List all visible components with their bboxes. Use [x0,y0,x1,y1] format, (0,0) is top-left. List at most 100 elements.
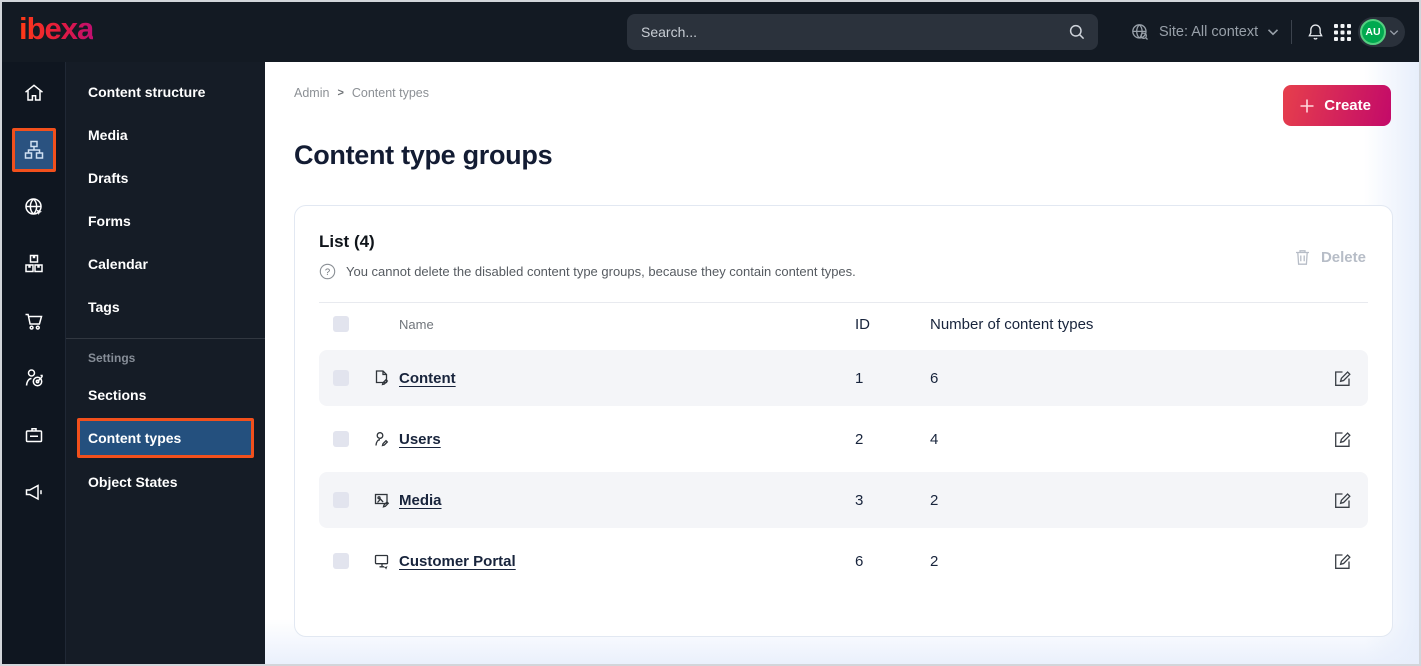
search-input[interactable] [627,24,1068,40]
site-context-label: Site: All context [1159,24,1259,40]
group-id: 2 [855,430,864,448]
rail-item-personalization[interactable] [2,349,66,406]
group-count: 6 [930,369,939,387]
list-info-text: You cannot delete the disabled content t… [346,264,856,279]
sidebar-item-label: Content structure [88,83,206,100]
create-button-label: Create [1324,97,1371,114]
user-menu[interactable]: AU [1358,17,1405,47]
edit-group-button[interactable] [1331,367,1354,390]
group-id: 3 [855,491,864,509]
breadcrumb-separator: > [337,87,344,99]
megaphone-icon [12,470,56,514]
table-row: Media 3 2 [319,472,1368,528]
group-count: 2 [930,491,939,509]
create-button[interactable]: Create [1283,85,1391,126]
globe-cursor-icon [12,185,56,229]
ibexa-admin-window: ibexa Site: All context [0,0,1421,666]
badge-icon [12,413,56,457]
sitemap-icon [12,127,56,172]
table-row: Users 2 4 [319,411,1368,467]
row-checkbox[interactable] [333,492,349,508]
page-title: Content type groups [294,140,553,170]
chevron-down-icon [1389,29,1399,36]
sidebar-item-label: Forms [88,212,131,229]
help-circle-icon: ? [319,263,336,280]
sidebar-divider [66,338,265,339]
delete-button-label: Delete [1320,248,1366,266]
search-icon[interactable] [1068,23,1086,41]
group-link-customer-portal[interactable]: Customer Portal [399,553,516,570]
topbar-divider [1291,20,1292,44]
global-search [627,14,1098,50]
group-id: 6 [855,552,864,570]
sidebar-item-media[interactable]: Media [66,113,265,156]
trash-icon [1294,248,1311,266]
topbar: ibexa Site: All context [2,2,1419,62]
edit-group-button[interactable] [1331,550,1354,573]
user-icon [373,430,399,448]
group-link-users[interactable]: Users [399,431,441,448]
row-checkbox[interactable] [333,370,349,386]
sidebar-item-content-types[interactable]: Content types [77,418,254,458]
rail-item-dashboard[interactable] [2,64,66,121]
app-switcher-button[interactable] [1334,2,1351,62]
table-header: Name ID Number of content types [319,303,1368,345]
group-link-media[interactable]: Media [399,492,442,509]
rail-item-content[interactable] [2,121,66,178]
sidebar-item-calendar[interactable]: Calendar [66,242,265,285]
delete-button[interactable]: Delete [1294,248,1366,266]
column-header-id: ID [855,315,870,333]
sidebar-item-label: Tags [88,298,120,315]
rail-item-commerce[interactable] [2,292,66,349]
sidebar-item-forms[interactable]: Forms [66,199,265,242]
edit-group-button[interactable] [1331,428,1354,451]
sidebar-menu: Content structure Media Drafts Forms Cal… [66,62,265,664]
chevron-down-icon [1267,28,1279,36]
sidebar-item-drafts[interactable]: Drafts [66,156,265,199]
avatar: AU [1360,19,1386,45]
sidebar-section-label: Settings [88,351,136,365]
sidebar-item-content-structure[interactable]: Content structure [66,70,265,113]
sidebar-item-label: Object States [88,473,178,490]
sidebar-item-label: Content types [88,430,182,446]
sidebar-item-label: Drafts [88,169,129,186]
breadcrumb-admin[interactable]: Admin [294,86,329,100]
list-info: ? You cannot delete the disabled content… [319,263,1368,280]
column-header-count: Number of content types [930,315,1094,333]
table-row: Customer Portal 6 2 [319,533,1368,589]
row-checkbox[interactable] [333,553,349,569]
file-icon [373,369,399,387]
rail-item-site[interactable] [2,178,66,235]
group-link-content[interactable]: Content [399,370,456,387]
column-header-name: Name [399,316,434,332]
app-grid-icon [1334,23,1351,41]
list-title: List (4) [319,232,375,251]
rail-item-admin[interactable] [2,406,66,463]
notifications-button[interactable] [1305,2,1326,62]
site-context-selector[interactable]: Site: All context [1130,2,1279,62]
table-row: Content 1 6 [319,350,1368,406]
cart-icon [12,299,56,343]
sidebar-item-label: Calendar [88,255,148,272]
group-id: 1 [855,369,864,387]
sidebar-item-object-states[interactable]: Object States [66,460,265,503]
breadcrumb: Admin > Content types [294,86,429,100]
rail-item-product-catalog[interactable] [2,235,66,292]
home-icon [12,71,56,115]
svg-text:?: ? [325,267,330,278]
person-target-icon [12,356,56,400]
row-checkbox[interactable] [333,431,349,447]
sidebar-item-sections[interactable]: Sections [66,373,265,416]
sidebar-item-label: Media [88,126,128,143]
image-icon [373,491,399,509]
main-nav-rail [2,62,66,664]
group-count: 4 [930,430,939,448]
edit-group-button[interactable] [1331,489,1354,512]
plus-icon [1299,98,1315,114]
select-all-checkbox[interactable] [333,316,349,332]
rail-item-marketing[interactable] [2,463,66,520]
ibexa-logo[interactable]: ibexa [19,11,94,47]
bell-icon [1305,22,1326,43]
main-content: Admin > Content types Create Content typ… [265,62,1419,664]
sidebar-item-tags[interactable]: Tags [66,285,265,328]
